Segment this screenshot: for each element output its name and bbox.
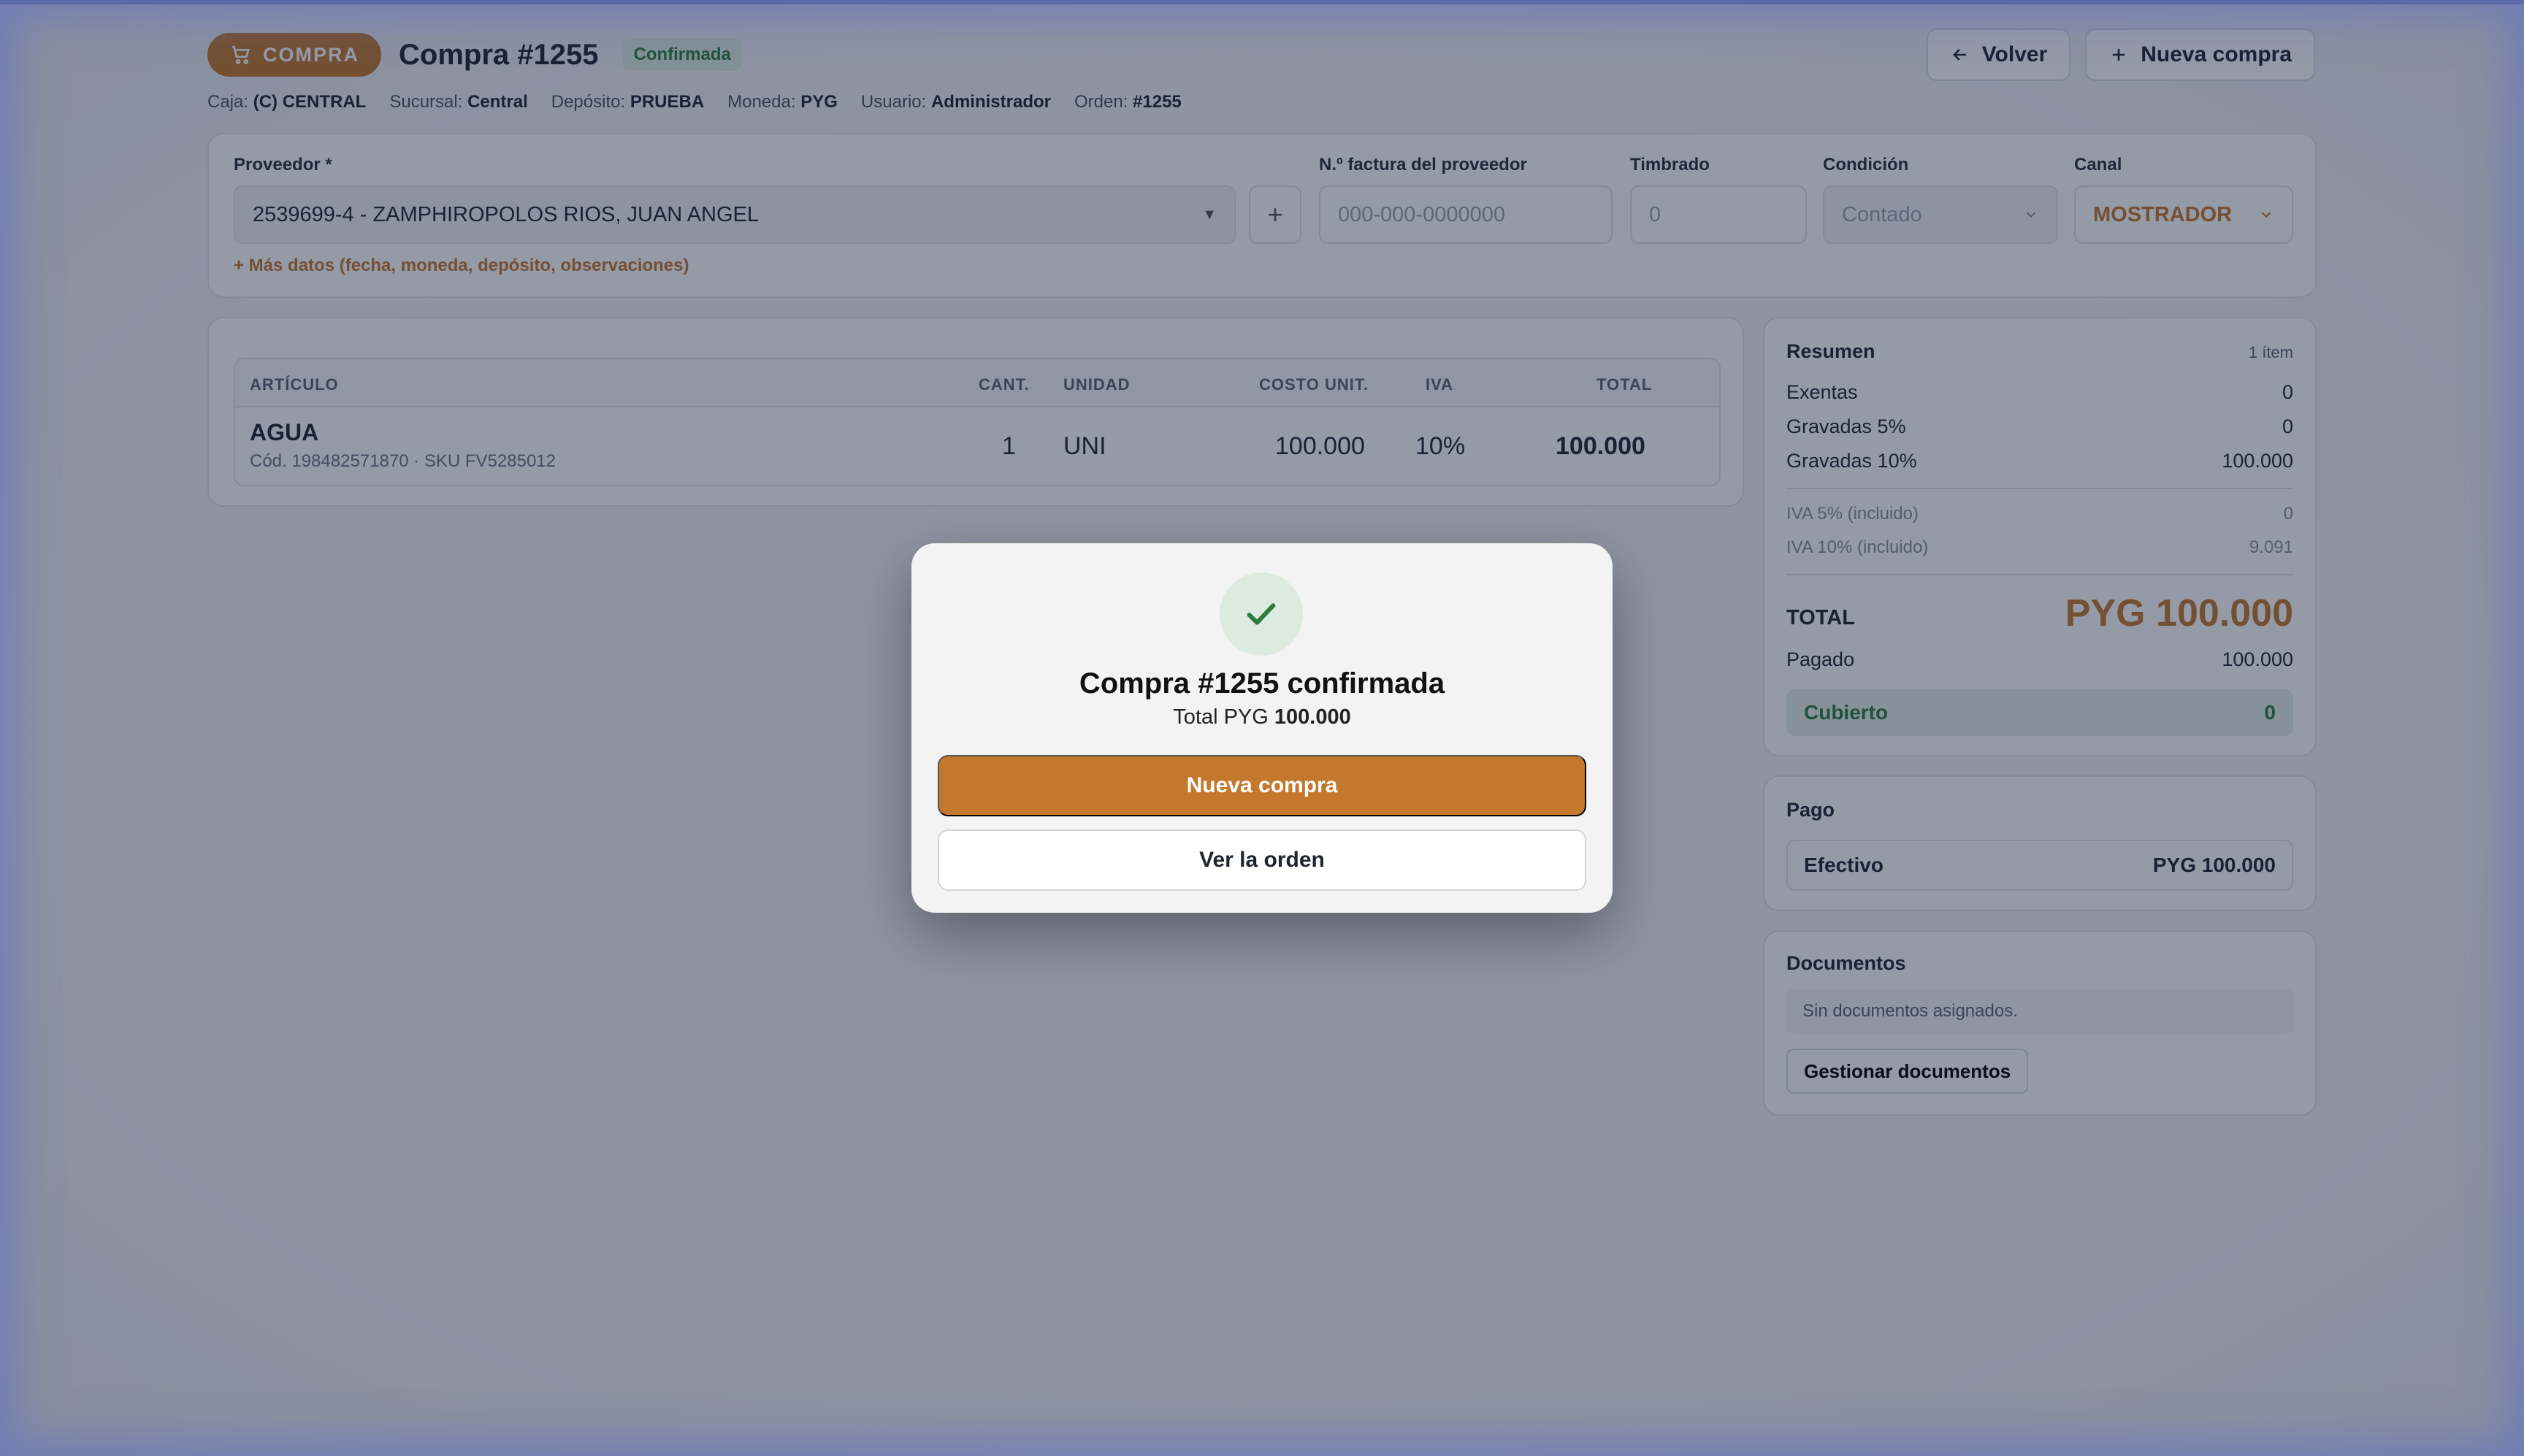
modal-subtitle-amount: 100.000 xyxy=(1274,705,1351,729)
top-edge-bar xyxy=(0,0,2524,4)
modal-subtitle: Total PYG 100.000 xyxy=(911,705,1613,729)
success-badge xyxy=(1220,572,1303,656)
modal-title: Compra #1255 confirmada xyxy=(1079,667,1445,700)
modal-subtitle-prefix: Total PYG xyxy=(1173,705,1269,729)
confirmation-modal: Compra #1255 confirmada Total PYG 100.00… xyxy=(911,543,1613,913)
modal-new-purchase-button[interactable]: Nueva compra xyxy=(938,755,1586,816)
modal-view-order-button[interactable]: Ver la orden xyxy=(938,829,1586,891)
check-icon xyxy=(1247,603,1276,625)
